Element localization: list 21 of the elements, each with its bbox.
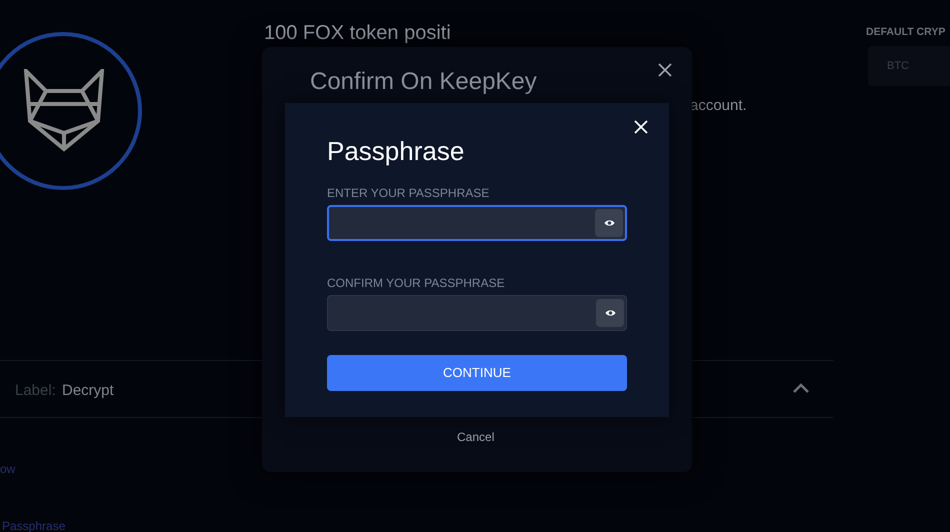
account-text: account. bbox=[690, 96, 747, 116]
fox-icon bbox=[24, 69, 104, 153]
close-icon[interactable] bbox=[658, 63, 672, 77]
passphrase-field[interactable] bbox=[327, 295, 627, 331]
field-label: CONFIRM YOUR PASSPHRASE bbox=[327, 275, 506, 292]
show-password-button[interactable] bbox=[595, 209, 623, 237]
dialog-title: Confirm On KeepKey bbox=[310, 67, 537, 97]
dialog-title: Passphrase bbox=[327, 135, 466, 167]
passphrase-field[interactable] bbox=[327, 205, 627, 241]
continue-button[interactable]: CONTINUE bbox=[327, 355, 627, 391]
chevron-icon[interactable] bbox=[792, 383, 810, 394]
eye-icon bbox=[604, 309, 616, 317]
label-value: Decrypt bbox=[62, 381, 114, 401]
cancel-link[interactable]: Cancel bbox=[457, 428, 494, 446]
field-label: ENTER YOUR PASSPHRASE bbox=[327, 185, 490, 202]
show-password-button[interactable] bbox=[596, 299, 624, 327]
intro-text: 100 FOX token positi bbox=[264, 21, 451, 46]
link[interactable]: ow bbox=[0, 460, 16, 478]
eye-icon bbox=[604, 219, 614, 227]
default-crypto-label: DEFAULT CRYP bbox=[866, 25, 946, 40]
label-key: Label: bbox=[15, 380, 56, 402]
